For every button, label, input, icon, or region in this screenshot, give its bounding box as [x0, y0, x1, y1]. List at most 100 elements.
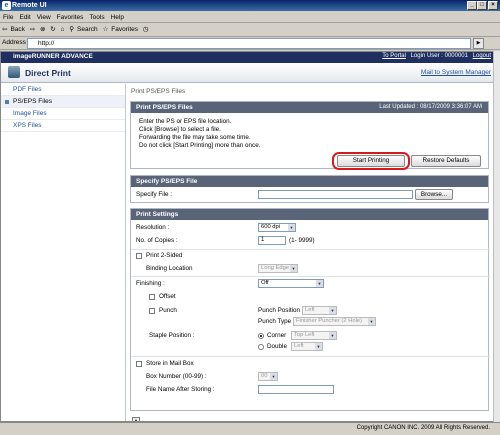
punch-label: Punch: [159, 307, 177, 314]
box-number-select[interactable]: 00 ▼: [258, 372, 278, 381]
double-select[interactable]: Left ▼: [291, 342, 323, 351]
login-user-text: Login User : 0000001: [410, 53, 468, 59]
copies-input[interactable]: 1: [258, 236, 286, 245]
finishing-select[interactable]: Off ▼: [258, 279, 324, 288]
resolution-label: Resolution :: [136, 224, 170, 231]
restore-defaults-button[interactable]: Restore Defaults: [411, 155, 481, 167]
binding-location-value: Long Edge: [261, 265, 290, 271]
back-button[interactable]: Back: [10, 23, 24, 37]
back-icon[interactable]: ⇦: [2, 23, 7, 37]
chevron-down-icon: ▼: [368, 318, 375, 325]
chevron-down-icon: ▼: [315, 343, 322, 350]
sidebar-item-label: PS/EPS Files: [13, 98, 53, 105]
menu-view[interactable]: View: [34, 12, 54, 23]
sidebar-item-label: Image Files: [13, 110, 47, 117]
specify-file-input[interactable]: [258, 190, 413, 199]
menu-tools[interactable]: Tools: [86, 12, 107, 23]
app-header: Direct Print Mail to System Manager: [1, 63, 499, 83]
stop-icon[interactable]: ⊗: [40, 23, 45, 37]
minimize-icon[interactable]: _: [467, 1, 477, 10]
browse-button[interactable]: Browse...: [415, 189, 453, 200]
offset-label: Offset: [159, 293, 176, 300]
print-panel-header: Print PS/EPS Files Last Updated : 08/17/…: [131, 102, 488, 113]
chevron-down-icon: ▼: [316, 280, 323, 287]
specify-file-label: Specify File :: [136, 191, 173, 198]
menu-file[interactable]: File: [0, 12, 16, 23]
logout-link[interactable]: Logout: [473, 53, 491, 59]
favorites-icon[interactable]: ☆: [102, 23, 108, 37]
chevron-down-icon: ▼: [329, 307, 336, 314]
punch-checkbox[interactable]: [149, 308, 155, 314]
home-icon[interactable]: ⌂: [61, 23, 65, 37]
window-title-bar: e Remote UI _ □ ×: [0, 0, 500, 11]
punch-type-select[interactable]: Finisher Puncher (2 Hole) ▼: [293, 317, 376, 326]
print-settings-panel: Print Settings Resolution : 600 dpi ▼ No.…: [130, 208, 490, 411]
double-label: Double: [267, 343, 287, 350]
start-printing-button[interactable]: Start Printing: [337, 155, 405, 167]
print-panel-title: Print PS/EPS Files: [136, 104, 193, 111]
store-in-mail-box-checkbox[interactable]: [136, 361, 142, 367]
corner-radio[interactable]: [258, 333, 264, 339]
menu-favorites[interactable]: Favorites: [54, 12, 87, 23]
copyright-text: Copyright CANON INC. 2009 All Rights Res…: [356, 425, 490, 431]
chevron-down-icon: ▼: [288, 224, 295, 231]
maximize-icon[interactable]: □: [477, 1, 487, 10]
address-input[interactable]: http://: [27, 38, 471, 49]
go-button[interactable]: ▶: [473, 38, 484, 49]
close-icon[interactable]: ×: [488, 1, 498, 10]
corner-label: Corner: [267, 332, 287, 339]
sidebar: PDF Files PS/EPS Files Image Files XPS F…: [1, 84, 126, 421]
double-radio[interactable]: [258, 344, 264, 350]
corner-select[interactable]: Top Left ▼: [291, 331, 337, 340]
to-portal-link[interactable]: To Portal: [382, 53, 406, 59]
sidebar-item-xps-files[interactable]: XPS Files: [1, 120, 125, 132]
main-content: Print PS/EPS Files Print PS/EPS Files La…: [128, 84, 493, 421]
search-icon[interactable]: ⚲: [69, 23, 74, 37]
top-header: imageRUNNER ADVANCE To Portal Login User…: [1, 52, 499, 63]
sidebar-item-label: XPS Files: [13, 122, 42, 129]
copies-range: (1- 9999): [289, 237, 315, 244]
file-name-after-storing-input[interactable]: [258, 385, 334, 394]
info-line: Click [Browse] to select a file.: [139, 126, 221, 133]
direct-print-icon: [8, 66, 20, 78]
last-updated-text: Last Updated : 08/17/2009 3:36:07 AM: [379, 104, 482, 110]
print-2-sided-checkbox[interactable]: [136, 253, 142, 259]
menu-edit[interactable]: Edit: [16, 12, 33, 23]
info-line: Forwarding the file may take some time.: [139, 134, 251, 141]
binding-location-select[interactable]: Long Edge ▼: [258, 264, 298, 273]
offset-checkbox[interactable]: [149, 294, 155, 300]
print-panel: Print PS/EPS Files Last Updated : 08/17/…: [130, 101, 489, 170]
sidebar-item-ps-eps-files[interactable]: PS/EPS Files: [1, 96, 125, 108]
refresh-icon[interactable]: ↻: [50, 23, 55, 37]
copies-label: No. of Copies :: [136, 237, 178, 244]
forward-icon[interactable]: ⇨: [30, 23, 35, 37]
divider: [131, 249, 490, 250]
finishing-value: Off: [261, 280, 269, 286]
mail-to-system-manager-link[interactable]: Mail to System Manager: [421, 69, 491, 76]
specify-file-header: Specify PS/EPS File: [131, 176, 488, 187]
page-scrollbar[interactable]: [493, 51, 500, 422]
punch-position-value: Left: [305, 307, 315, 313]
app-title: Direct Print: [25, 68, 71, 78]
browser-toolbar: ⇦ Back ⇨ ⊗ ↻ ⌂ ⚲ Search ☆ Favorites ◷: [0, 23, 500, 37]
web-page: imageRUNNER ADVANCE To Portal Login User…: [0, 51, 500, 422]
search-button[interactable]: Search: [77, 23, 98, 37]
status-bar: Copyright CANON INC. 2009 All Rights Res…: [0, 422, 500, 435]
sidebar-item-image-files[interactable]: Image Files: [1, 108, 125, 120]
window-title: Remote UI: [12, 2, 47, 9]
info-line: Enter the PS or EPS file location.: [139, 118, 232, 125]
selected-bullet-icon: [5, 100, 9, 104]
resolution-value: 600 dpi: [261, 224, 281, 230]
resolution-select[interactable]: 600 dpi ▼: [258, 223, 296, 232]
favorites-button[interactable]: Favorites: [111, 23, 138, 37]
sidebar-item-pdf-files[interactable]: PDF Files: [1, 84, 125, 96]
punch-position-select[interactable]: Left ▼: [302, 306, 337, 315]
finishing-label: Finishing :: [136, 280, 165, 287]
menu-bar: File Edit View Favorites Tools Help: [0, 12, 500, 23]
history-icon[interactable]: ◷: [143, 23, 149, 37]
sidebar-item-label: PDF Files: [13, 86, 42, 93]
file-name-after-storing-label: File Name After Storing :: [146, 386, 215, 393]
menu-help[interactable]: Help: [108, 12, 127, 23]
chevron-down-icon: ▼: [290, 265, 297, 272]
address-label: Address: [2, 39, 26, 46]
